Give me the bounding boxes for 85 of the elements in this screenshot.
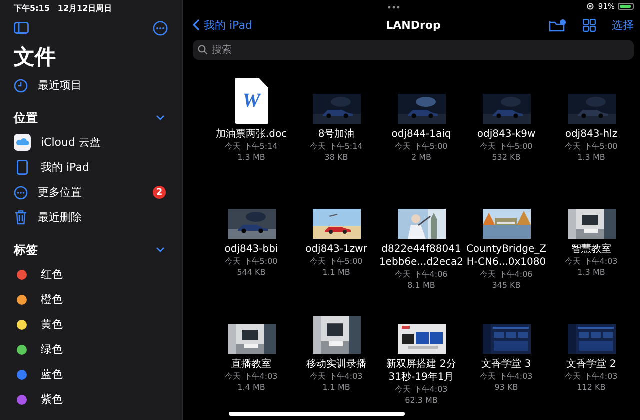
file-date: 今天 下午5:00 [565,141,618,152]
file-size: 532 KB [492,152,521,163]
file-date: 今天 下午4:06 [395,269,448,280]
sidebar-item[interactable]: 橙色 [14,287,168,312]
file-name: 移动实训录播 [306,358,366,371]
ellipsis-icon [14,186,28,200]
sidebar-item[interactable]: 绿色 [14,337,168,362]
status-time: 下午5:15 [14,3,50,15]
status-date: 12月12日周日 [58,3,112,15]
battery-icon [618,3,634,10]
file-date: 今天 下午4:03 [480,371,533,382]
file-date: 今天 下午5:00 [225,256,278,267]
more-options-icon[interactable] [153,20,168,36]
file-size: 544 KB [237,267,266,278]
word-document-icon[interactable]: W [234,78,268,124]
file-size: 93 KB [494,382,518,393]
file-date: 今天 下午4:06 [480,269,533,280]
sidebar-item[interactable]: iCloud 云盘 [14,130,168,155]
file-name: odj844-1aiq [392,128,452,141]
file-name: H-CN6...0x1080 [466,256,546,269]
file-name: 新双屏搭建 2分 [386,358,456,371]
file-date: 今天 下午4:03 [565,371,618,382]
file-date: 今天 下午4:03 [565,256,618,267]
file-size: 1.3 MB [238,152,266,163]
file-name: odj843-1zwr [306,243,368,256]
chevron-icon[interactable] [156,247,165,253]
file-date: 今天 下午4:03 [395,384,448,395]
search-field[interactable]: 搜索 [193,40,634,60]
sidebar-item[interactable]: 红色 [14,262,168,287]
cloud-icon [14,134,31,151]
file-size: 1.3 MB [578,267,606,278]
sidebar-item[interactable]: 紫色 [14,387,168,412]
back-chevron-icon [193,19,200,31]
select-button[interactable]: 选择 [612,18,634,32]
file-date: 今天 下午5:00 [310,256,363,267]
new-folder-icon[interactable] [549,18,567,32]
file-name: 文香学堂 2 [566,358,616,371]
file-date: 今天 下午5:00 [395,141,448,152]
file-name: 加油票两张.doc [216,128,288,141]
sidebar-toggle-icon[interactable] [14,22,29,34]
sidebar-item[interactable]: 我的 iPad [14,155,168,180]
tablet-icon [17,160,28,175]
file-size: 38 KB [324,152,348,163]
sidebar-item[interactable]: 更多位置 2 [14,180,168,205]
back-link[interactable]: 我的 iPad [193,18,252,32]
file-name: 31秒-19年1月 [388,371,454,384]
file-date: 今天 下午4:03 [225,371,278,382]
file-date: 今天 下午5:00 [480,141,533,152]
file-size: 112 KB [577,382,606,393]
orientation-lock-icon [586,3,596,10]
file-name: 1ebb6e...d2eca2 [379,256,464,269]
file-size: 2 MB [411,152,432,163]
file-size: 8.1 MB [408,280,436,291]
file-size: 345 KB [492,280,521,291]
trash-icon [15,210,27,225]
file-name: 8号加油 [318,128,355,141]
sidebar-item[interactable]: 最近项目 [14,73,168,98]
file-name: d822e44f88041 [382,243,462,256]
clock-icon [14,78,28,92]
file-name: 智慧教室 [572,243,612,256]
count-badge: 2 [153,186,166,199]
section-header: 标签 [14,242,38,258]
sidebar-item[interactable]: 蓝色 [14,362,168,387]
file-name: CountyBridge_Z [466,243,547,256]
file-date: 今天 下午4:03 [310,371,363,382]
sidebar-title: 文件 [14,44,57,71]
file-size: 1.3 MB [578,152,606,163]
sidebar-item[interactable]: 最近删除 [14,205,168,230]
file-size: 62.3 MB [405,395,438,406]
multitask-dots-icon[interactable] [388,6,400,8]
file-name: odj843-hlz [565,128,618,141]
file-name: odj843-bbi [224,243,278,256]
file-size: 1.1 MB [322,267,350,278]
file-name: 直播教室 [232,358,272,371]
file-name: 文香学堂 3 [482,358,532,371]
file-size: 1.4 MB [238,382,266,393]
chevron-icon[interactable] [156,115,165,121]
sidebar-item[interactable]: 黄色 [14,312,168,337]
file-name: odj843-k9w [477,128,536,141]
folder-title: LANDrop [386,18,441,32]
grid-view-icon[interactable] [583,18,596,32]
file-date: 今天 下午5:14 [310,141,363,152]
section-header: 位置 [14,110,38,126]
file-date: 今天 下午5:14 [225,141,278,152]
file-size: 1.1 MB [322,382,350,393]
